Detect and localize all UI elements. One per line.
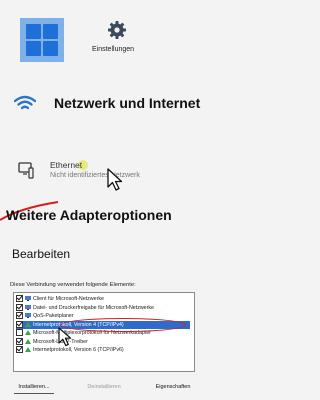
windows-logo-pane: [43, 24, 58, 39]
windows-start-icon[interactable]: [20, 18, 64, 62]
install-button[interactable]: Installieren...: [14, 381, 54, 394]
protocol-icon: [25, 330, 31, 336]
list-item[interactable]: Client für Microsoft-Netzwerke: [16, 295, 190, 304]
more-adapter-options-title[interactable]: Weitere Adapteroptionen: [6, 207, 172, 223]
list-item-label: Client für Microsoft-Netzwerke: [33, 296, 104, 302]
checkbox[interactable]: [16, 320, 23, 328]
wifi-icon: [14, 95, 36, 110]
network-service-icon: [25, 304, 31, 310]
checkbox[interactable]: [16, 337, 23, 345]
windows-logo-pane: [43, 41, 58, 56]
windows-logo-pane: [26, 41, 41, 56]
checkbox[interactable]: [16, 312, 23, 320]
components-list[interactable]: Client für Microsoft-Netzwerke Datei- un…: [13, 292, 195, 372]
edit-heading[interactable]: Bearbeiten: [12, 247, 70, 261]
red-circle-annotation: [60, 318, 186, 332]
settings-label[interactable]: Einstellungen: [92, 46, 134, 53]
protocol-icon: [25, 347, 31, 353]
gear-icon[interactable]: [107, 20, 127, 40]
list-item[interactable]: Microsoft-LLDP-Treiber: [16, 337, 190, 347]
list-item-label: QoS-Paketplaner: [33, 313, 74, 319]
mouse-pointer-icon: [58, 327, 72, 347]
checkbox[interactable]: [16, 303, 23, 311]
network-internet-title[interactable]: Netzwerk und Internet: [54, 95, 200, 111]
ethernet-icon: [18, 162, 34, 179]
checkbox[interactable]: [16, 346, 23, 354]
list-item[interactable]: Internetprotokoll, Version 6 (TCP/IPv6): [16, 346, 190, 355]
uninstall-button[interactable]: Deinstallieren: [84, 381, 124, 393]
ethernet-label[interactable]: Ethernet: [50, 160, 82, 170]
network-service-icon: [25, 313, 31, 319]
protocol-icon: [25, 321, 31, 327]
checkbox[interactable]: [16, 295, 23, 303]
checkbox[interactable]: [16, 329, 23, 337]
ethernet-status: Nicht identifiziertes Netzwerk: [50, 172, 140, 179]
list-item-label: Datei- und Druckerfreigabe für Microsoft…: [33, 304, 154, 311]
components-list-label: Diese Verbindung verwendet folgende Elem…: [10, 282, 136, 288]
network-client-icon: [25, 296, 31, 302]
list-item[interactable]: Datei- und Druckerfreigabe für Microsoft…: [16, 303, 190, 313]
windows-logo-pane: [26, 24, 41, 39]
list-item-label: Internetprotokoll, Version 6 (TCP/IPv6): [33, 347, 124, 353]
protocol-icon: [25, 338, 31, 344]
properties-button[interactable]: Eigenschaften: [150, 381, 196, 393]
mouse-pointer-icon: [107, 168, 123, 191]
